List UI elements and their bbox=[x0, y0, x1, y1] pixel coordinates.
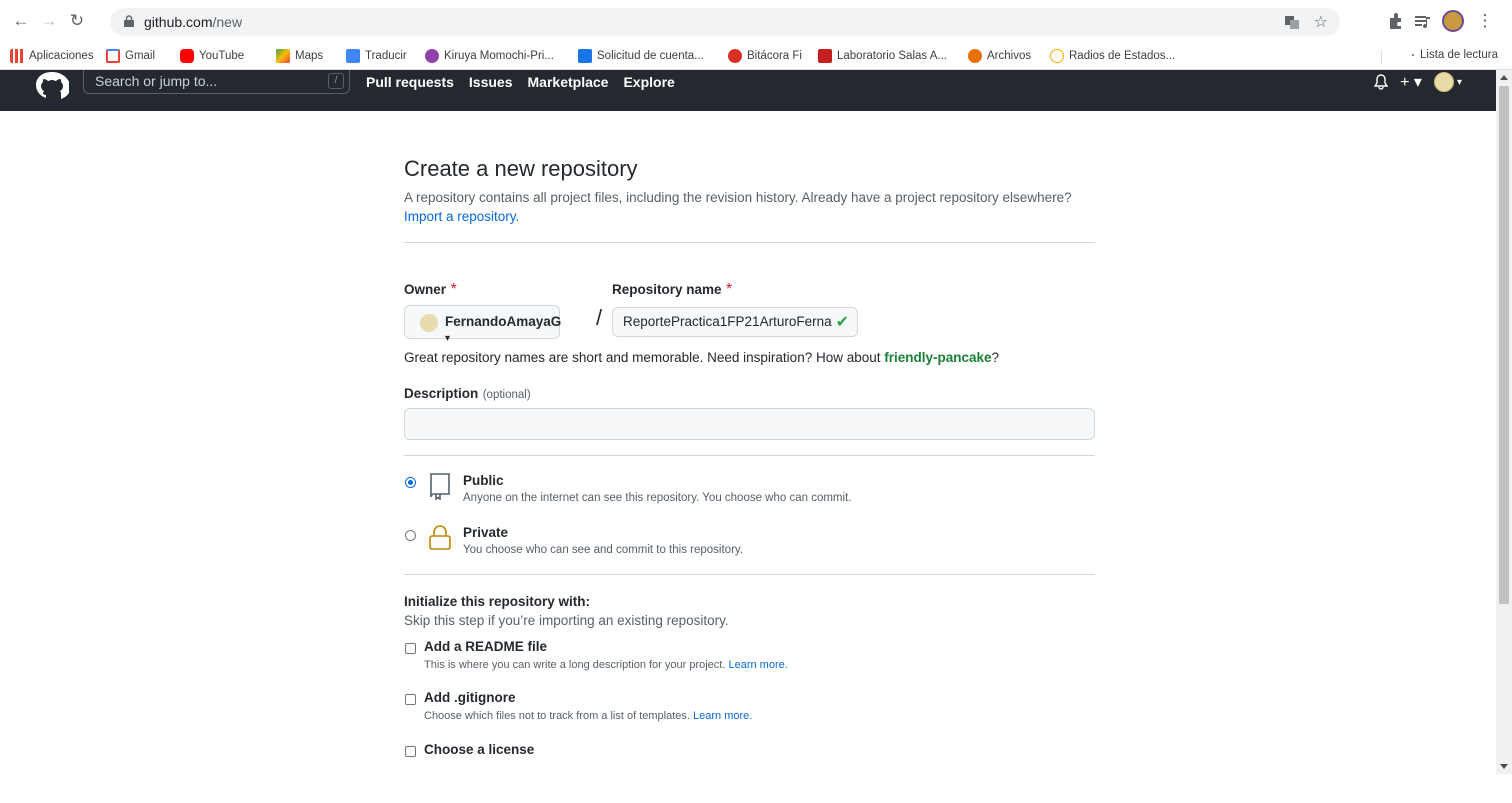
suggested-name[interactable]: friendly-pancake bbox=[884, 350, 991, 365]
init-note: Skip this step if you’re importing an ex… bbox=[404, 613, 729, 628]
readme-learn-more-link[interactable]: Learn more. bbox=[728, 659, 787, 671]
translate-page-icon[interactable] bbox=[1284, 14, 1300, 30]
description-input[interactable] bbox=[404, 408, 1095, 440]
chevron-down-icon: ▾ bbox=[445, 333, 451, 344]
bookmark-apps[interactable]: Aplicaciones bbox=[10, 49, 94, 63]
bookmark-star-icon[interactable]: ☆ bbox=[1314, 12, 1328, 32]
bookmarks-divider bbox=[1381, 50, 1382, 64]
bookmark-translate[interactable]: Traducir bbox=[346, 49, 407, 63]
divider bbox=[404, 455, 1095, 456]
reading-list-button[interactable]: Lista de lectura bbox=[1412, 49, 1498, 61]
readme-checkbox[interactable] bbox=[405, 643, 416, 654]
bookmarks-bar: Aplicaciones Gmail YouTube Maps Traducir… bbox=[0, 44, 1512, 70]
owner-select[interactable]: FernandoAmayaG ▾ bbox=[404, 305, 561, 344]
page-scrollbar[interactable] bbox=[1496, 70, 1512, 774]
page-subtitle: A repository contains all project files,… bbox=[404, 190, 1072, 224]
name-hint: Great repository names are short and mem… bbox=[404, 350, 1000, 365]
bookmark-kiruya[interactable]: Kiruya Momochi-Pri... bbox=[425, 49, 554, 63]
bookmark-bitacora[interactable]: Bitácora Fi bbox=[728, 49, 802, 63]
youtube-icon bbox=[180, 49, 194, 63]
search-placeholder: Search or jump to... bbox=[95, 73, 218, 89]
extensions-icon[interactable] bbox=[1384, 10, 1406, 32]
scroll-up-icon[interactable] bbox=[1500, 75, 1508, 80]
bookmark-laboratorio[interactable]: Laboratorio Salas A... bbox=[818, 49, 947, 63]
nav-issues[interactable]: Issues bbox=[469, 74, 513, 90]
back-icon[interactable]: ← bbox=[10, 10, 32, 32]
nav-pull-requests[interactable]: Pull requests bbox=[366, 74, 454, 90]
private-title: Private bbox=[463, 525, 509, 540]
form-body: Owner * Repository name * FernandoAmayaG… bbox=[404, 243, 1095, 803]
notifications-bell-icon[interactable] bbox=[1374, 74, 1389, 90]
public-desc: Anyone on the internet can see this repo… bbox=[463, 492, 852, 504]
bookmark-maps[interactable]: Maps bbox=[276, 49, 323, 63]
avatar bbox=[1433, 72, 1454, 92]
github-logo-icon[interactable] bbox=[35, 72, 69, 102]
bookmark-radios[interactable]: Radios de Estados... bbox=[1050, 49, 1175, 63]
gitignore-desc: Choose which files not to track from a l… bbox=[424, 710, 753, 722]
bookmark-gmail[interactable]: Gmail bbox=[106, 49, 155, 63]
bookmark-solicitud[interactable]: Solicitud de cuenta... bbox=[578, 49, 704, 63]
github-header: Search or jump to... / Pull requests Iss… bbox=[0, 70, 1502, 111]
create-new-plus-icon[interactable]: + ▾ bbox=[1400, 72, 1422, 92]
url-text: github.com/new bbox=[144, 14, 243, 30]
lock-icon bbox=[124, 15, 134, 27]
public-radio[interactable] bbox=[405, 477, 416, 488]
license-checkbox[interactable] bbox=[405, 746, 416, 757]
kiruya-icon bbox=[425, 49, 439, 63]
description-label: Description (optional) bbox=[404, 386, 531, 401]
license-title: Choose a license bbox=[424, 742, 535, 757]
nav-marketplace[interactable]: Marketplace bbox=[528, 74, 609, 90]
gitignore-title: Add .gitignore bbox=[424, 690, 516, 705]
page-title: Create a new repository bbox=[404, 156, 638, 181]
menu-kebab-icon[interactable]: ⋮ bbox=[1474, 10, 1496, 32]
chevron-down-icon: ▾ bbox=[1456, 76, 1462, 88]
search-input[interactable]: Search or jump to... / bbox=[83, 70, 350, 94]
archivos-icon bbox=[968, 49, 982, 63]
private-radio[interactable] bbox=[405, 530, 416, 541]
lab-icon bbox=[818, 49, 832, 63]
check-icon: ✔ bbox=[835, 314, 849, 331]
readme-desc: This is where you can write a long descr… bbox=[424, 659, 788, 671]
scroll-down-icon[interactable] bbox=[1500, 764, 1508, 769]
lock-icon bbox=[429, 525, 451, 550]
apps-grid-icon bbox=[10, 49, 24, 63]
bitacora-icon bbox=[728, 49, 742, 63]
forms-icon bbox=[578, 49, 592, 63]
owner-avatar bbox=[420, 314, 438, 332]
repo-book-icon bbox=[430, 473, 450, 500]
profile-avatar[interactable] bbox=[1442, 10, 1464, 32]
maps-icon bbox=[276, 49, 290, 63]
reading-list-icon bbox=[1412, 54, 1414, 56]
user-menu[interactable]: ▾ bbox=[1433, 72, 1462, 92]
init-title: Initialize this repository with: bbox=[404, 594, 591, 609]
radios-icon bbox=[1050, 49, 1064, 63]
owner-repo-separator: / bbox=[596, 305, 603, 330]
new-repo-form: Create a new repository A repository con… bbox=[404, 150, 1095, 803]
address-bar[interactable]: github.com/new ☆ bbox=[110, 8, 1340, 36]
repo-name-label: Repository name * bbox=[612, 281, 733, 298]
bookmark-archivos[interactable]: Archivos bbox=[968, 49, 1031, 63]
nav-explore[interactable]: Explore bbox=[623, 74, 674, 90]
media-control-icon[interactable] bbox=[1412, 10, 1434, 32]
private-desc: You choose who can see and commit to thi… bbox=[463, 544, 743, 556]
gitignore-learn-more-link[interactable]: Learn more. bbox=[693, 710, 752, 722]
search-shortcut-key: / bbox=[328, 73, 344, 89]
header-nav: Pull requests Issues Marketplace Explore bbox=[366, 74, 675, 90]
public-title: Public bbox=[463, 473, 504, 488]
owner-value: FernandoAmayaG ▾ bbox=[445, 314, 562, 344]
gmail-icon bbox=[106, 49, 120, 63]
bookmark-youtube[interactable]: YouTube bbox=[180, 49, 244, 63]
header-actions: + ▾ ▾ bbox=[1374, 72, 1462, 92]
divider bbox=[404, 574, 1095, 575]
browser-toolbar: ← → ↻ github.com/new ☆ ⋮ bbox=[0, 0, 1512, 44]
repo-name-input[interactable]: ReportePractica1FP21ArturoFerna ✔ bbox=[612, 307, 858, 337]
import-repository-link[interactable]: Import a repository. bbox=[404, 209, 519, 224]
translate-icon bbox=[346, 49, 360, 63]
forward-icon[interactable]: → bbox=[38, 10, 60, 32]
gitignore-checkbox[interactable] bbox=[405, 694, 416, 705]
scrollbar-thumb[interactable] bbox=[1499, 86, 1509, 604]
reload-icon[interactable]: ↻ bbox=[66, 10, 88, 32]
readme-title: Add a README file bbox=[424, 639, 548, 654]
owner-label: Owner * bbox=[404, 281, 457, 298]
